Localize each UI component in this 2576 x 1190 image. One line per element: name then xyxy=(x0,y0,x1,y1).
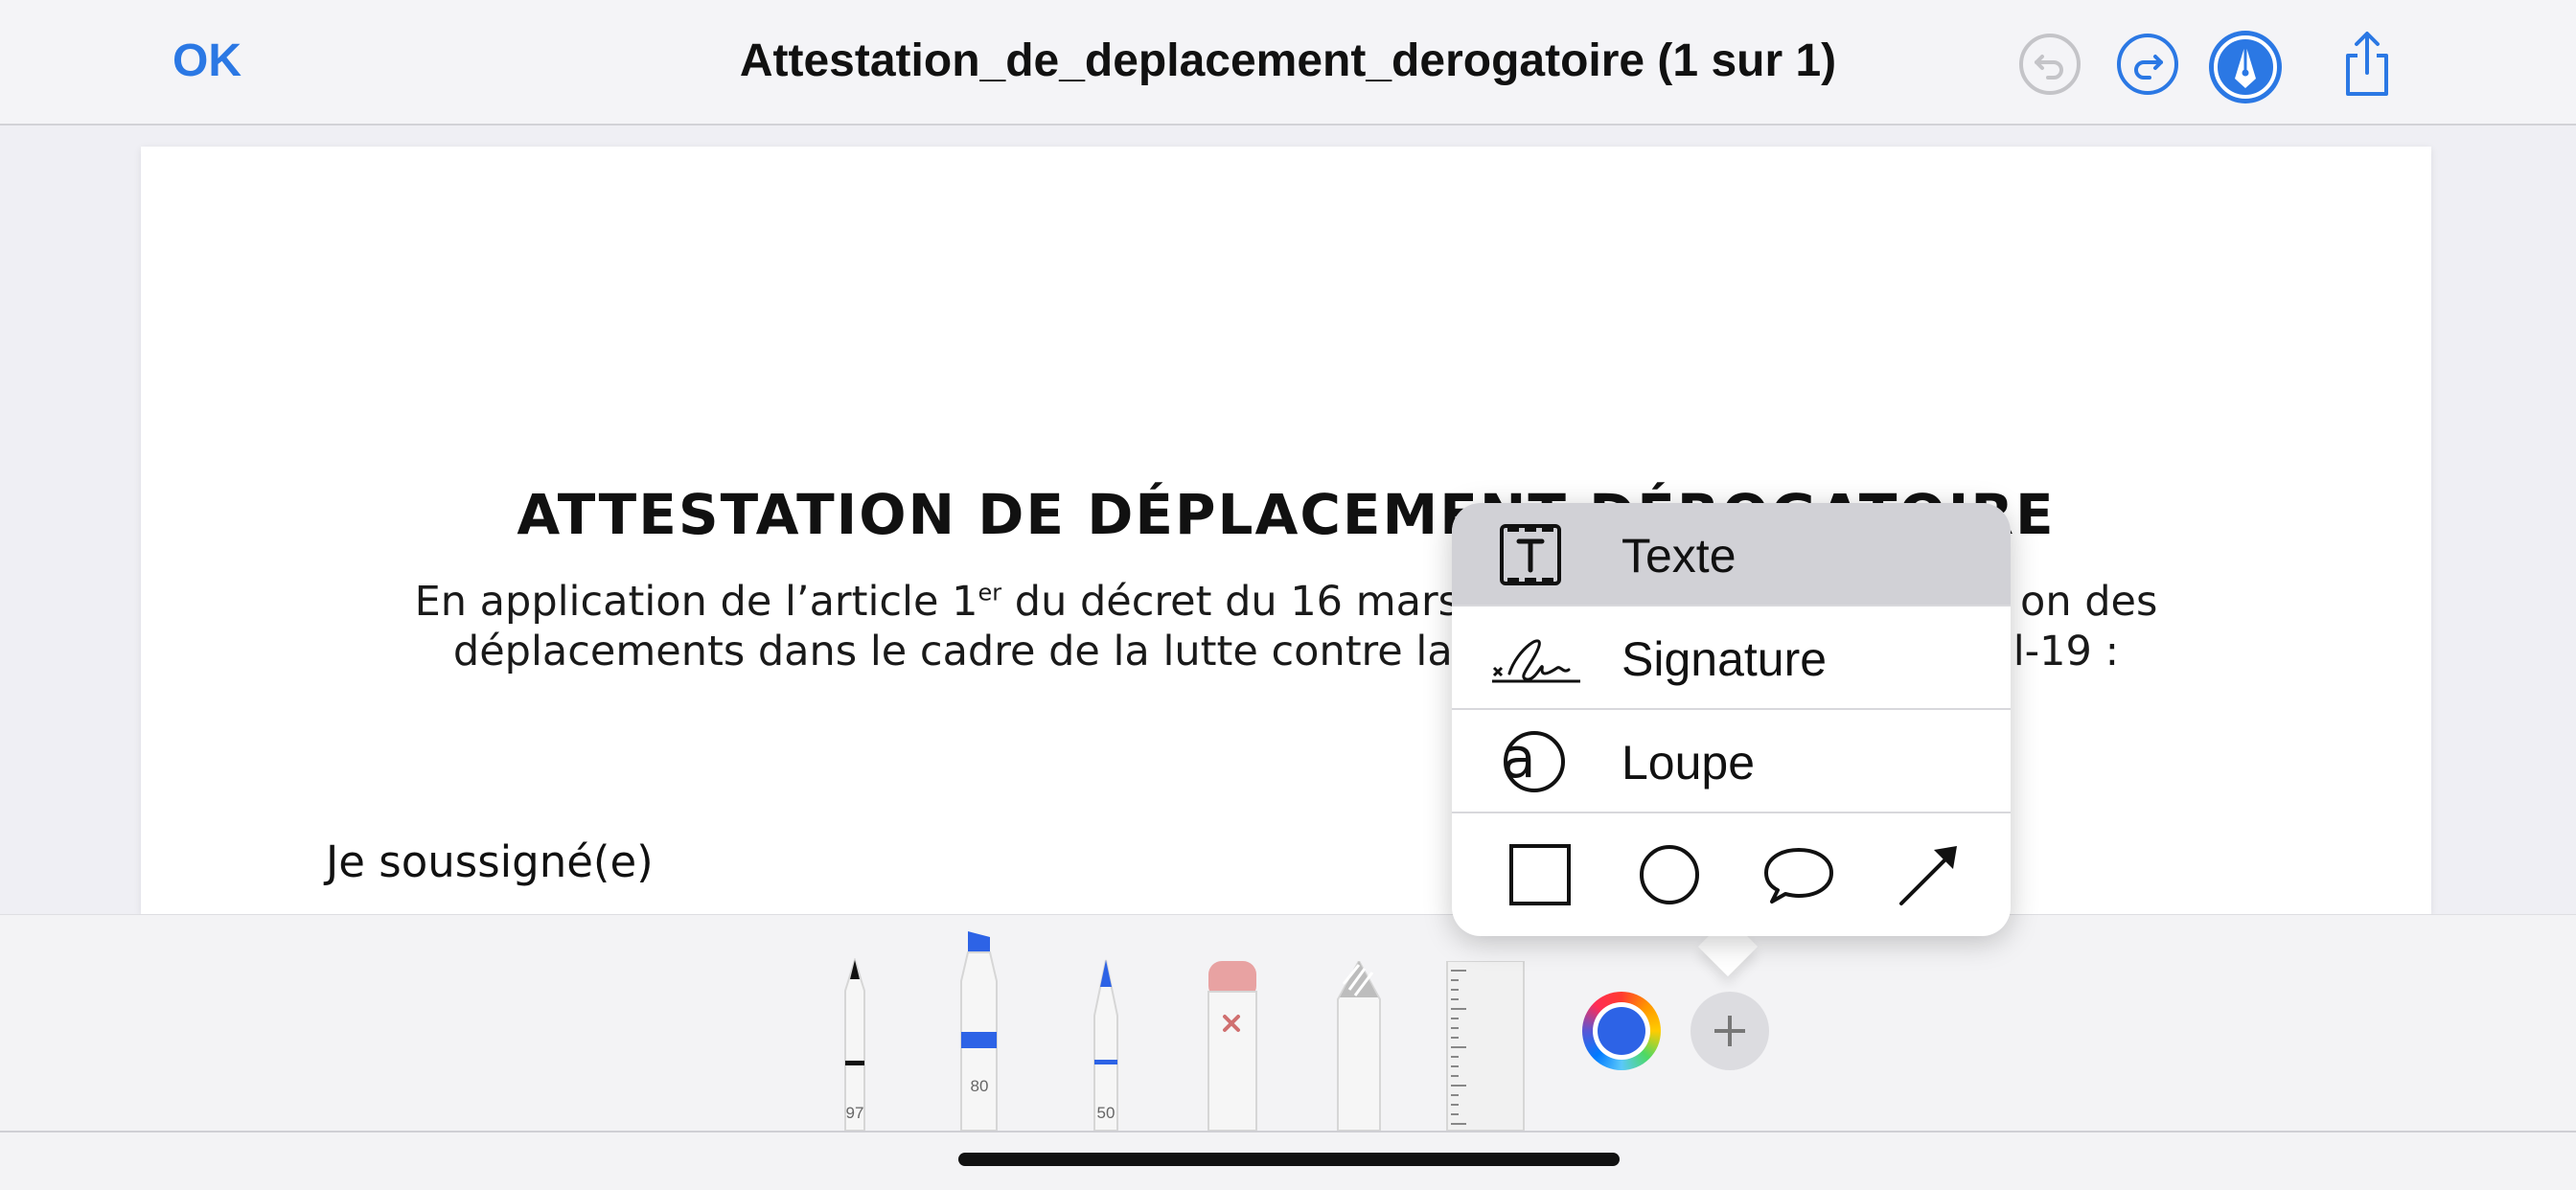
home-indicator[interactable] xyxy=(958,1153,1620,1166)
speech-bubble-icon[interactable] xyxy=(1760,836,1837,913)
menu-item-signature[interactable]: Signature xyxy=(1452,606,2011,708)
lasso-icon xyxy=(1337,958,1381,1132)
highlighter-icon xyxy=(960,931,998,1132)
para-line1-mid: du décret du 16 mars xyxy=(1001,578,1460,626)
highlighter-tool[interactable]: 80 xyxy=(951,931,1008,1132)
color-well-ring xyxy=(1593,1002,1650,1060)
signature-icon xyxy=(1492,639,1580,683)
redo-icon xyxy=(2134,55,2163,80)
eraser-tool[interactable] xyxy=(1206,961,1259,1132)
document-title: Attestation_de_deplacement_derogatoire (… xyxy=(739,35,1837,86)
svg-text:a: a xyxy=(1502,725,1536,790)
pen-width-label: 97 xyxy=(845,1104,864,1122)
lasso-tool[interactable] xyxy=(1332,958,1386,1132)
square-icon[interactable] xyxy=(1502,836,1578,913)
para-line2-start: déplacements dans le cadre de la lutte c… xyxy=(452,628,1453,675)
circle-icon[interactable] xyxy=(1631,836,1708,913)
magnifier-icon: a xyxy=(1502,725,1565,792)
undo-icon xyxy=(2035,55,2063,80)
pdf-paragraph-line-2: déplacements dans le cadre de la lutte c… xyxy=(141,628,2431,675)
share-icon xyxy=(2346,32,2388,96)
text-box-icon xyxy=(1500,524,1561,585)
color-picker-button[interactable] xyxy=(1582,992,1661,1070)
ruler-icon xyxy=(1446,960,1525,1132)
pdf-heading: ATTESTATION DE DÉPLACEMENT DÉROGATOIRE xyxy=(517,482,2056,547)
menu-item-loupe[interactable]: a Loupe xyxy=(1452,710,2011,812)
menu-item-texte-label: Texte xyxy=(1622,529,1736,583)
pencil-tool[interactable]: 50 xyxy=(1077,958,1135,1132)
undo-button[interactable] xyxy=(2019,34,2081,95)
ruler-tool[interactable] xyxy=(1445,960,1526,1132)
arrow-icon[interactable] xyxy=(1890,836,1966,913)
markup-button[interactable] xyxy=(2209,31,2282,103)
pen-tool[interactable]: 97 xyxy=(826,956,884,1132)
highlighter-width-label: 80 xyxy=(970,1077,989,1095)
menu-item-texte[interactable]: Texte xyxy=(1452,503,2011,605)
menu-item-loupe-label: Loupe xyxy=(1622,736,1756,790)
pdf-page[interactable]: ATTESTATION DE DÉPLACEMENT DÉROGATOIRE E… xyxy=(141,147,2431,914)
add-annotation-button[interactable] xyxy=(1690,992,1769,1070)
para-line2-end: l-19 : xyxy=(2012,628,2120,675)
share-button[interactable] xyxy=(2333,29,2402,100)
add-annotation-popover: Texte Signature a Loupe xyxy=(1452,503,2011,936)
tool-palette xyxy=(0,914,2576,1132)
current-color-swatch xyxy=(1598,1007,1645,1055)
para-line1-end: on des xyxy=(2020,578,2158,626)
soussigne-label: Je soussigné(e) xyxy=(326,836,654,887)
markup-pen-icon xyxy=(2214,35,2277,99)
shapes-row xyxy=(1452,813,2011,936)
ok-button[interactable]: OK xyxy=(172,34,242,87)
redo-button[interactable] xyxy=(2117,34,2178,95)
menu-item-signature-label: Signature xyxy=(1622,632,1828,686)
para-line1-start: En application de l’article 1 xyxy=(414,578,978,626)
eraser-icon xyxy=(1208,961,1257,1132)
pencil-width-label: 50 xyxy=(1096,1104,1116,1122)
superscript-er: er xyxy=(978,579,1002,606)
pdf-paragraph-line-1: En application de l’article 1er du décre… xyxy=(141,578,2431,626)
